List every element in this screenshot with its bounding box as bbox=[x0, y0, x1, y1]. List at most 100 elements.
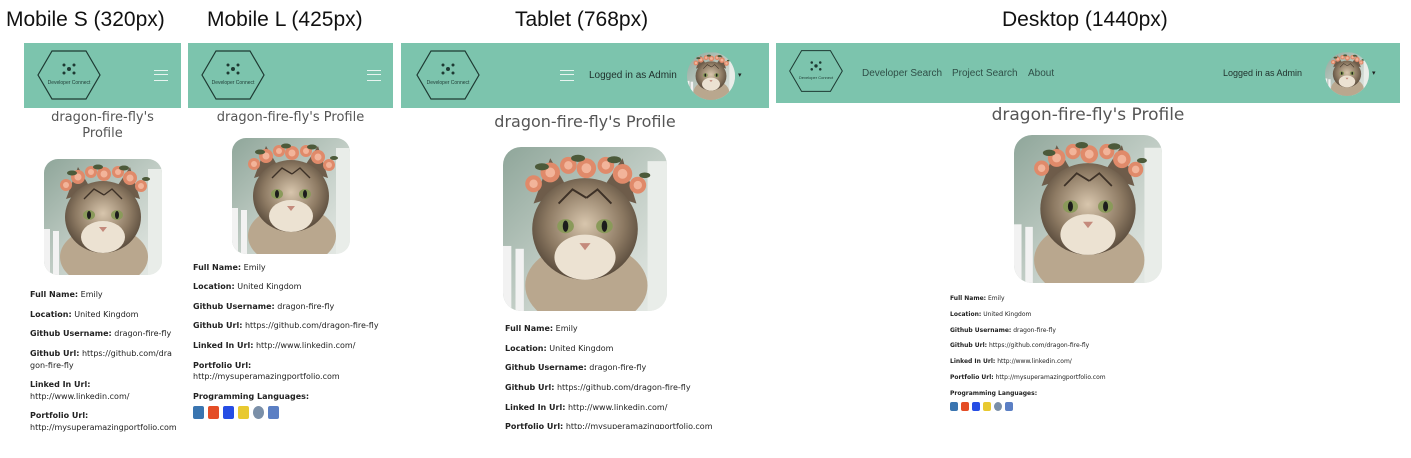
python-icon bbox=[193, 406, 204, 420]
languages-icons bbox=[950, 402, 1400, 412]
field-value: dragon-fire-fly bbox=[589, 363, 647, 373]
desktop-frame: Developer Connect Developer Search Proje… bbox=[776, 43, 1400, 431]
navbar: Developer Connect bbox=[188, 43, 393, 108]
hexagon-logo-icon bbox=[789, 50, 843, 92]
hamburger-menu-icon[interactable] bbox=[560, 70, 574, 81]
hexagon-logo-icon bbox=[416, 50, 480, 100]
field-value[interactable]: https://github.com/dragon-fire-fly bbox=[245, 321, 379, 330]
field-value: Emily bbox=[243, 262, 266, 272]
field-label: Github Url: bbox=[505, 382, 555, 392]
profile-image bbox=[231, 137, 350, 254]
field-label: Full Name: bbox=[950, 295, 987, 303]
field-location: Location: United Kingdom bbox=[30, 309, 175, 321]
logo-text: Developer Connect bbox=[426, 80, 470, 86]
field-label: Portfolio Url: bbox=[30, 411, 89, 421]
chevron-down-icon[interactable]: ▾ bbox=[1372, 69, 1376, 77]
viewport-title-desktop: Desktop (1440px) bbox=[1002, 8, 1168, 31]
chevron-down-icon[interactable]: ▾ bbox=[738, 71, 742, 79]
field-label: Github Username: bbox=[30, 329, 112, 339]
r-icon bbox=[994, 402, 1002, 412]
field-value[interactable]: http://www.linkedin.com/ bbox=[30, 392, 129, 401]
field-label: Github Username: bbox=[193, 301, 275, 311]
field-location: Location: United Kingdom bbox=[950, 311, 1400, 320]
viewport-title-tablet: Tablet (768px) bbox=[515, 8, 649, 31]
database-icon bbox=[1005, 402, 1013, 412]
field-linkedin-url: Linked In Url: http://www.linkedin.com/ bbox=[505, 402, 769, 414]
field-label: Linked In Url: bbox=[950, 358, 996, 366]
field-github-username: Github Username: dragon-fire-fly bbox=[950, 327, 1400, 336]
field-value: United Kingdom bbox=[74, 309, 139, 319]
html5-icon bbox=[208, 406, 219, 420]
navbar: Developer Connect Logged in as Admin ▾ bbox=[401, 43, 769, 108]
profile-image bbox=[43, 159, 162, 276]
field-portfolio-url: Portfolio Url: http://mysuperamazingport… bbox=[950, 374, 1400, 383]
field-label: Github Url: bbox=[193, 321, 243, 331]
field-label: Full Name: bbox=[505, 324, 554, 334]
field-location: Location: United Kingdom bbox=[193, 281, 388, 293]
logo[interactable]: Developer Connect bbox=[200, 49, 266, 101]
field-value: United Kingdom bbox=[237, 282, 302, 292]
logo[interactable]: Developer Connect bbox=[36, 49, 102, 101]
mobile-s-frame: Developer Connect dragon-fire-fly's Prof… bbox=[24, 43, 181, 433]
field-value[interactable]: http://www.linkedin.com/ bbox=[997, 358, 1072, 365]
field-value[interactable]: https://github.com/dragon-fire-fly bbox=[557, 383, 691, 392]
field-value[interactable]: http://mysuperamazingportfolio.com bbox=[566, 422, 713, 429]
navbar: Developer Connect bbox=[24, 43, 181, 108]
field-portfolio-url: Portfolio Url: http://mysuperamazingportf… bbox=[30, 410, 177, 433]
field-value[interactable]: http://www.linkedin.com/ bbox=[256, 341, 355, 350]
field-full-name: Full Name: Emily bbox=[950, 295, 1400, 304]
field-label: Location: bbox=[950, 311, 982, 319]
logo[interactable]: Developer Connect bbox=[788, 48, 844, 94]
field-value[interactable]: http://mysuperamazingportfolio.com bbox=[30, 423, 177, 432]
field-label: Location: bbox=[505, 343, 547, 353]
viewport-title-mobile-l: Mobile L (425px) bbox=[207, 8, 363, 31]
logged-in-text: Logged in as Admin bbox=[1223, 68, 1303, 78]
page-title: dragon-fire-fly's Profile bbox=[30, 110, 175, 141]
field-value: Emily bbox=[988, 295, 1005, 303]
field-portfolio-url: Portfolio Url: http://mysuperamazingport… bbox=[505, 421, 769, 429]
field-full-name: Full Name: Emily bbox=[193, 262, 388, 274]
languages-icons bbox=[193, 406, 388, 420]
page-title: dragon-fire-fly's Profile bbox=[494, 112, 676, 131]
hexagon-logo-icon bbox=[201, 50, 265, 100]
mobile-l-frame: Developer Connect dragon-fire-fly's Prof… bbox=[188, 43, 393, 433]
user-avatar[interactable] bbox=[687, 52, 735, 100]
profile-image bbox=[503, 147, 667, 312]
logo-text: Developer Connect bbox=[47, 80, 91, 86]
logo[interactable]: Developer Connect bbox=[415, 49, 481, 101]
css3-icon bbox=[972, 402, 980, 412]
field-label: Portfolio Url: bbox=[505, 422, 564, 429]
field-label: Github Url: bbox=[950, 342, 988, 350]
javascript-icon bbox=[983, 402, 991, 412]
field-label: Full Name: bbox=[193, 262, 242, 272]
nav-link-developer-search[interactable]: Developer Search bbox=[862, 68, 942, 79]
field-value: Emily bbox=[80, 290, 103, 300]
field-label: Portfolio Url: bbox=[193, 360, 252, 370]
field-value: Emily bbox=[555, 324, 578, 334]
nav-link-project-search[interactable]: Project Search bbox=[952, 68, 1018, 79]
field-label: Full Name: bbox=[30, 290, 79, 300]
field-value: dragon-fire-fly bbox=[277, 301, 335, 311]
hamburger-menu-icon[interactable] bbox=[154, 70, 168, 81]
field-label: Programming Languages: bbox=[950, 389, 1038, 397]
field-value[interactable]: http://mysuperamazingportfolio.com bbox=[193, 372, 340, 381]
field-github-url: Github Url: https://github.com/dragon-fi… bbox=[30, 348, 175, 371]
database-icon bbox=[268, 406, 279, 420]
field-label: Location: bbox=[30, 309, 72, 319]
field-location: Location: United Kingdom bbox=[505, 343, 769, 355]
field-github-username: Github Username: dragon-fire-fly bbox=[30, 328, 175, 340]
user-avatar[interactable] bbox=[1325, 52, 1369, 96]
html5-icon bbox=[961, 402, 969, 412]
field-value[interactable]: https://github.com/dragon-fire-fly bbox=[989, 342, 1089, 349]
field-value[interactable]: http://mysuperamazingportfolio.com bbox=[996, 374, 1106, 381]
field-value: United Kingdom bbox=[983, 311, 1032, 319]
field-label: Programming Languages: bbox=[193, 391, 310, 401]
field-value[interactable]: http://www.linkedin.com/ bbox=[568, 403, 667, 412]
hamburger-menu-icon[interactable] bbox=[367, 70, 381, 81]
nav-link-about[interactable]: About bbox=[1028, 68, 1054, 79]
page-title: dragon-fire-fly's Profile bbox=[991, 105, 1185, 125]
page-title-line-1: dragon-fire-fly's bbox=[51, 110, 154, 125]
field-value: dragon-fire-fly bbox=[114, 329, 172, 339]
field-label: Linked In Url: bbox=[193, 340, 254, 350]
field-value: United Kingdom bbox=[549, 343, 614, 353]
